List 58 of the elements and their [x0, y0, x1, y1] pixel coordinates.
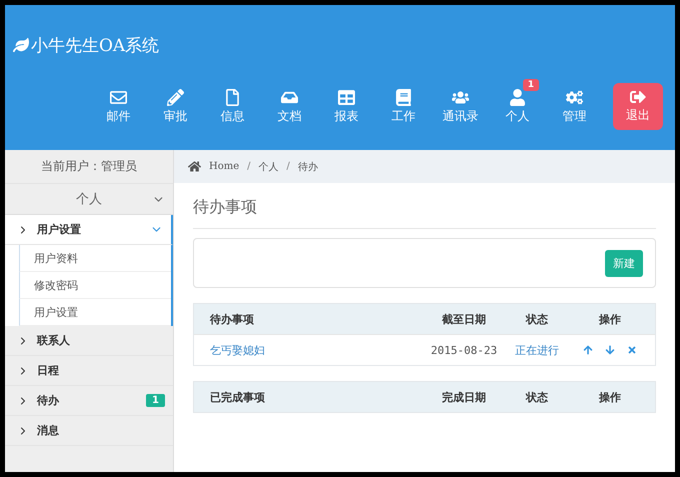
nav-label: 通讯录 [442, 108, 478, 124]
breadcrumb-separator: / [286, 161, 290, 172]
submenu-item[interactable]: 用户资料 [19, 245, 171, 272]
column-header: 操作 [598, 390, 622, 404]
count-badge: 1 [146, 394, 165, 407]
nav-label: 审批 [164, 108, 188, 124]
column-header: 完成日期 [441, 390, 487, 404]
breadcrumb-link[interactable]: 个人 [258, 160, 279, 174]
breadcrumb-separator: / [247, 161, 251, 172]
gears-icon [566, 88, 583, 106]
column-header: 状态 [524, 390, 549, 404]
column-header: 已完成事项 [209, 390, 266, 404]
column-header: 操作 [598, 312, 622, 326]
leaf-icon [13, 37, 29, 53]
column-header: 截至日期 [441, 312, 487, 326]
date-cell-text: 2015-08-23 [430, 344, 498, 356]
nav-label: 文档 [278, 108, 302, 124]
nav-label: 报表 [334, 108, 358, 124]
logout-button[interactable]: 退出 [613, 83, 663, 130]
nav-label: 管理 [562, 108, 586, 124]
breadcrumb-link[interactable]: Home [209, 161, 240, 172]
column-header: 状态 [524, 312, 549, 326]
column-header: 待办事项 [208, 312, 255, 326]
page-title: 待办事项 [193, 183, 656, 229]
nav-item[interactable]: 邮件 [90, 78, 147, 124]
breadcrumb-link[interactable]: 待办 [298, 160, 318, 174]
nav-item[interactable]: 审批 [147, 78, 204, 124]
new-button[interactable]: 新建 [605, 250, 643, 276]
users-icon [452, 88, 469, 106]
pencil-icon [167, 88, 184, 106]
table-icon [338, 88, 355, 106]
nav-label: 个人 [506, 108, 530, 124]
file-icon [224, 88, 241, 106]
delete-icon[interactable] [627, 345, 637, 355]
nav-item[interactable]: 通讯录 [432, 78, 489, 124]
nav-item[interactable]: 管理 [546, 78, 603, 124]
sidebar-item[interactable]: 用户设置 [5, 215, 173, 245]
nav-item[interactable]: 工作 [375, 78, 432, 124]
envelope-icon [110, 88, 127, 106]
book-icon [395, 88, 412, 106]
nav-item[interactable]: 文档 [261, 78, 318, 124]
app-title: 小牛先生OA系统 [31, 34, 160, 56]
move-up-icon[interactable] [583, 345, 593, 355]
current-user: 当前用户：管理员 [5, 150, 173, 184]
nav-item[interactable]: 个人 1 [489, 78, 546, 124]
nav-item[interactable]: 信息 [204, 78, 261, 124]
notification-badge: 1 [522, 78, 539, 90]
submenu-item[interactable]: 修改密码 [19, 272, 171, 299]
task-link[interactable]: 乞丐娶媳妇 [194, 342, 419, 358]
user-icon [509, 88, 526, 106]
move-down-icon[interactable] [605, 345, 615, 355]
nav-label: 邮件 [106, 108, 130, 124]
nav-label: 工作 [392, 108, 416, 124]
nav-label: 信息 [220, 108, 244, 124]
nav-item[interactable]: 报表 [318, 78, 375, 124]
status-cell-text: 正在进行 [514, 342, 560, 358]
sign-out-icon [630, 89, 646, 105]
home-icon [188, 160, 201, 173]
